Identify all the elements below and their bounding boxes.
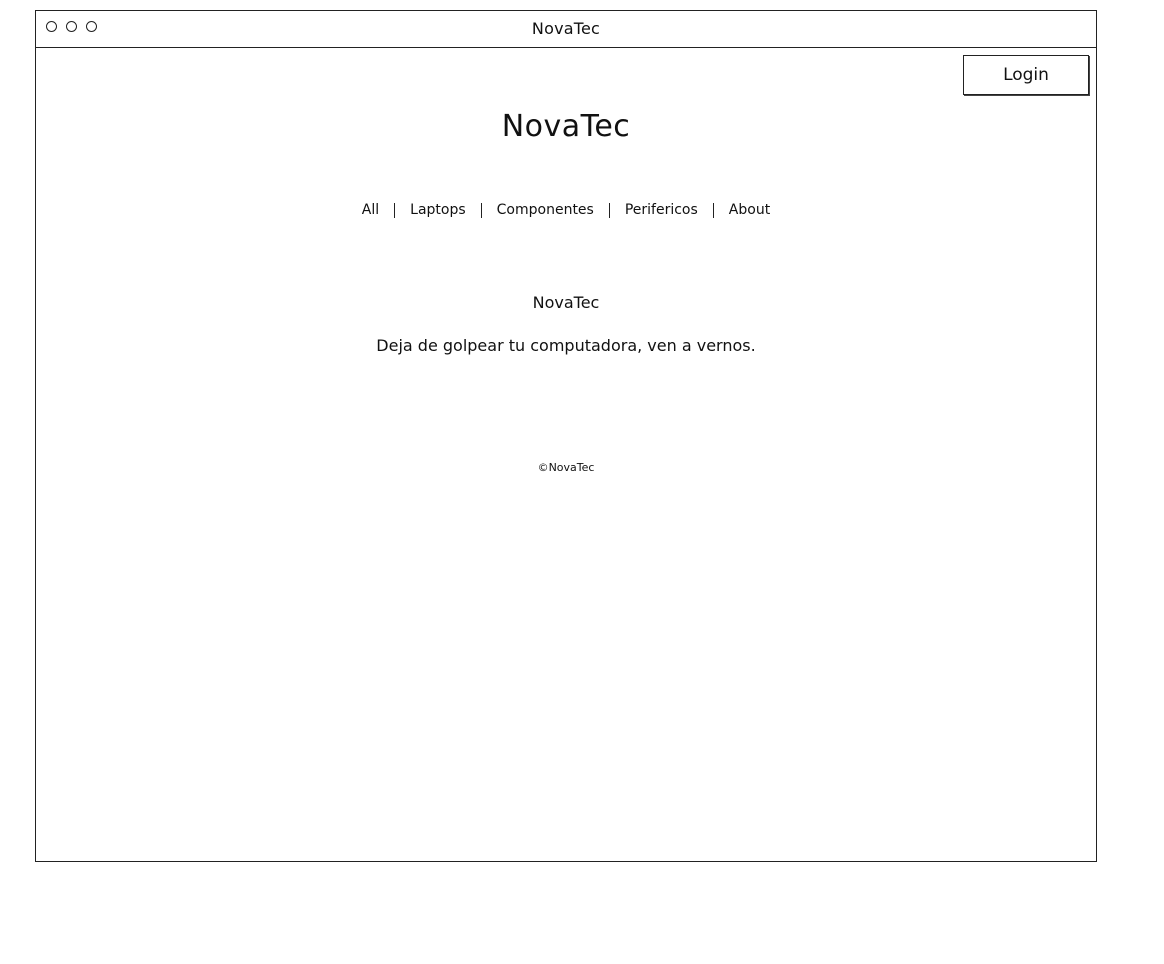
browser-window: NovaTec Login NovaTec All Laptops Compon… [35, 10, 1097, 862]
nav-item-about[interactable]: About [714, 201, 785, 219]
nav-item-componentes[interactable]: Componentes [482, 201, 609, 219]
login-button[interactable]: Login [963, 55, 1089, 95]
window-title: NovaTec [531, 19, 601, 38]
footer-copyright: ©NovaTec [537, 461, 595, 474]
main-nav: All Laptops Componentes Perifericos Abou… [36, 201, 1096, 219]
hero-heading: NovaTec [532, 293, 600, 312]
nav-item-all[interactable]: All [347, 201, 394, 219]
nav-item-laptops[interactable]: Laptops [395, 201, 481, 219]
hero-tagline: Deja de golpear tu computadora, ven a ve… [376, 336, 756, 355]
nav-item-perifericos[interactable]: Perifericos [610, 201, 713, 219]
site-title: NovaTec [501, 109, 631, 144]
window-titlebar: NovaTec [36, 11, 1096, 48]
